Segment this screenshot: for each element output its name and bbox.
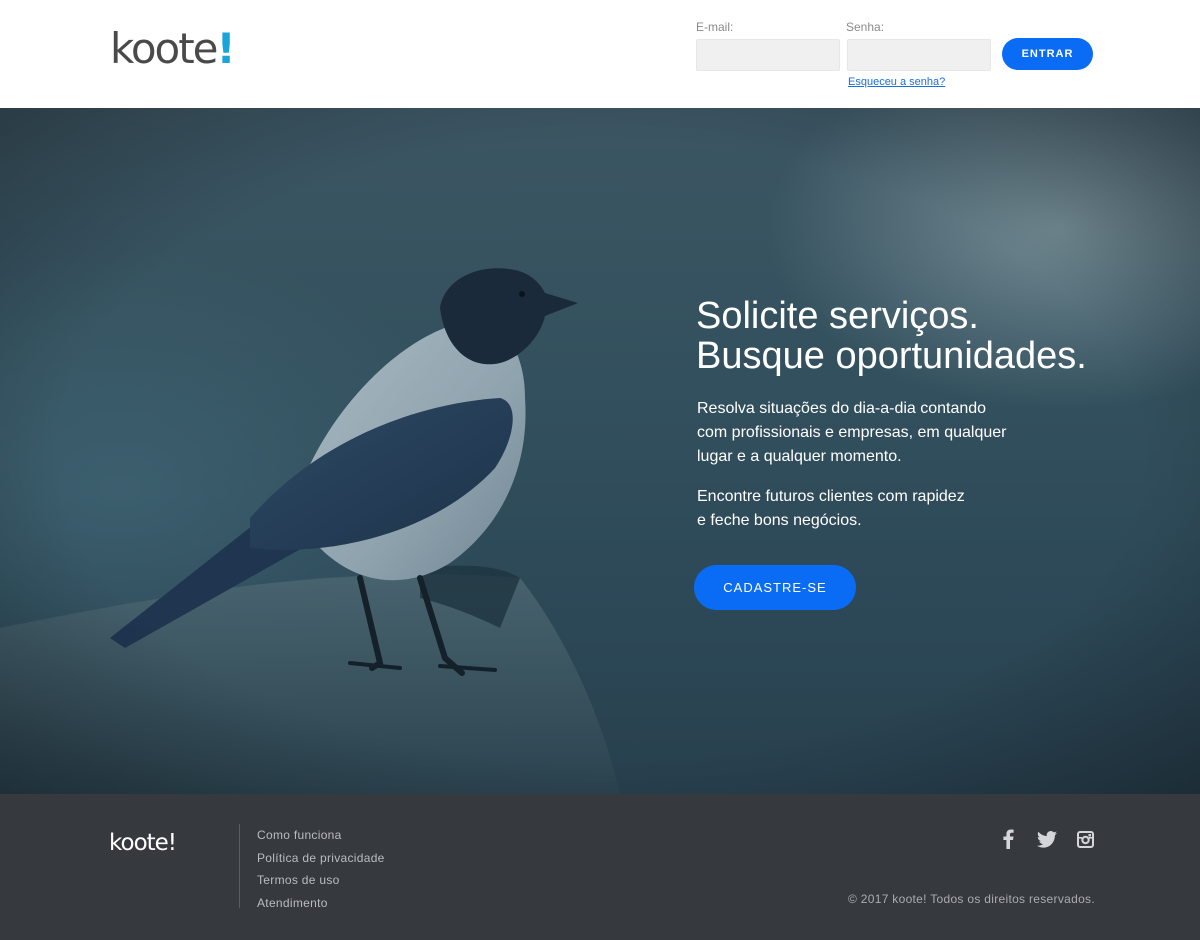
- forgot-password-link[interactable]: Esqueceu a senha?: [848, 76, 945, 88]
- hero-paragraph-line: com profissionais e empresas, em qualque…: [697, 424, 1007, 441]
- instagram-icon[interactable]: [1074, 828, 1096, 850]
- hero-paragraph-clients: Resolva situações do dia-a-dia contando …: [697, 397, 1027, 469]
- twitter-icon[interactable]: [1036, 828, 1058, 850]
- footer-link-como-funciona[interactable]: Como funciona: [257, 824, 385, 847]
- footer-link-atendimento[interactable]: Atendimento: [257, 892, 385, 915]
- login-button[interactable]: ENTRAR: [1002, 38, 1093, 70]
- logo-text: koote: [110, 24, 219, 73]
- email-field[interactable]: [696, 39, 840, 71]
- signup-button[interactable]: CADASTRE-SE: [694, 565, 856, 610]
- hero-title-line-2: Busque oportunidades.: [696, 335, 1087, 377]
- copyright-text: © 2017 koote! Todos os direitos reservad…: [848, 892, 1095, 906]
- password-label: Senha:: [846, 20, 885, 34]
- logo-accent: !: [216, 24, 236, 73]
- site-header: koote! E-mail: Senha: ENTRAR Esqueceu a …: [0, 0, 1200, 108]
- hero-paragraph-providers: Encontre futuros clientes com rapidez e …: [697, 485, 1027, 533]
- hero-title: Solicite serviços. Busque oportunidades.: [696, 296, 1087, 376]
- footer-link-termos-uso[interactable]: Termos de uso: [257, 869, 385, 892]
- hero-section: Solicite serviços. Busque oportunidades.…: [0, 108, 1200, 794]
- hero-title-line-1: Solicite serviços.: [696, 295, 979, 337]
- hero-paragraph-line: Resolva situações do dia-a-dia contando: [697, 400, 987, 417]
- site-footer: koote! Como funciona Política de privaci…: [0, 794, 1200, 940]
- email-label: E-mail:: [696, 20, 734, 34]
- footer-divider: [239, 824, 240, 908]
- password-field[interactable]: [847, 39, 991, 71]
- hero-paragraph-line: lugar e a qualquer momento.: [697, 448, 902, 465]
- hero-paragraph-line: e feche bons negócios.: [697, 512, 862, 529]
- facebook-icon[interactable]: [997, 828, 1019, 850]
- footer-link-politica-privacidade[interactable]: Política de privacidade: [257, 847, 385, 870]
- hero-paragraph-line: Encontre futuros clientes com rapidez: [697, 488, 965, 505]
- footer-links: Como funciona Política de privacidade Te…: [257, 824, 385, 914]
- brand-logo[interactable]: koote!: [110, 24, 236, 74]
- footer-logo[interactable]: koote!: [109, 828, 177, 858]
